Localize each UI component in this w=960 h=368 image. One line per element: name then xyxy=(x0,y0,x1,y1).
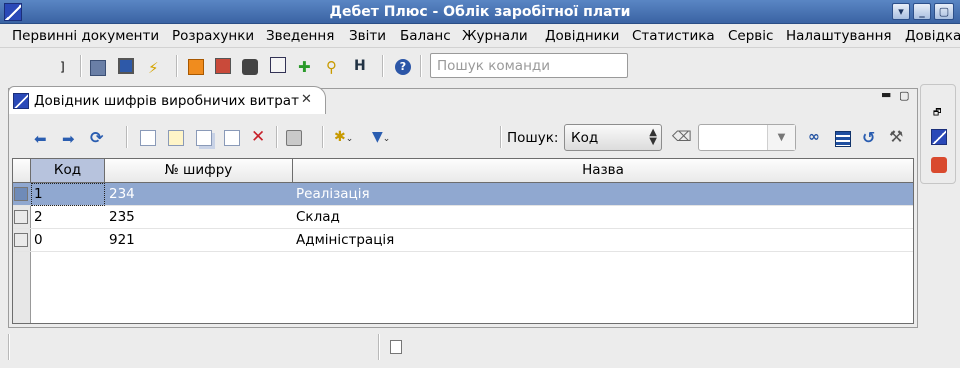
cell-number: 235 xyxy=(109,209,135,225)
refresh-icon[interactable]: ⟳ xyxy=(90,128,103,147)
directory-view-icon[interactable] xyxy=(931,129,947,145)
toolbar-doc-icon[interactable] xyxy=(90,60,106,76)
toolbar-separator xyxy=(276,126,278,148)
toolbar-lightning-icon[interactable]: ⚡ xyxy=(148,59,164,77)
toolbar-add-user-icon[interactable]: ✚ xyxy=(298,58,314,76)
menu-service[interactable]: Сервіс xyxy=(728,28,773,44)
cell-code: 2 xyxy=(34,209,43,225)
search-label: Пошук: xyxy=(507,130,559,146)
status-separator xyxy=(378,334,380,360)
tab-directory-production-codes[interactable]: Довідник шифрів виробничих витрат ✕ xyxy=(8,86,326,114)
search-field-select[interactable]: Код ▲ ▼ xyxy=(564,124,662,151)
menu-help[interactable]: Довідка xyxy=(905,28,960,44)
table-row[interactable]: 0 921 Адміністрація xyxy=(13,229,913,252)
right-dock: 🗗 xyxy=(920,84,956,184)
toolbar-separator xyxy=(80,55,82,77)
toolbar-separator xyxy=(382,55,384,77)
directory-icon xyxy=(13,93,29,109)
header-corner xyxy=(13,159,31,182)
row-header[interactable] xyxy=(14,187,28,201)
toolbar-card-icon[interactable] xyxy=(215,58,231,74)
data-table: Код № шифру Назва 1 234 Реалізація 2 235… xyxy=(12,158,914,324)
close-icon[interactable]: ✕ xyxy=(301,92,312,107)
window-title: Дебет Плюс - Облік заробітної плати xyxy=(329,4,631,20)
window-menu-button[interactable]: ▾ xyxy=(892,3,910,20)
magic-wand-icon[interactable]: ✱⌄ xyxy=(334,129,353,145)
minimize-button[interactable]: _ xyxy=(913,3,931,20)
cell-number: 234 xyxy=(109,186,135,202)
panel-minimize-icon[interactable]: ▬ xyxy=(881,88,891,101)
toolbar-orange-icon[interactable] xyxy=(188,59,204,75)
menu-primary-documents[interactable]: Первинні документи xyxy=(12,28,159,44)
delete-icon[interactable]: ✕ xyxy=(251,127,265,147)
toolbar-search-icon[interactable]: ⚲ xyxy=(326,58,342,76)
title-bar: Дебет Плюс - Облік заробітної плати ▾ _ … xyxy=(0,0,960,24)
menu-summary[interactable]: Зведення xyxy=(266,28,334,44)
toolbar-tools-icon[interactable]: H xyxy=(354,58,370,74)
cell-name: Реалізація xyxy=(296,186,370,202)
panel-maximize-icon[interactable]: ▢ xyxy=(899,89,909,102)
menu-settings[interactable]: Налаштування xyxy=(786,28,892,44)
menu-statistics[interactable]: Статистика xyxy=(632,28,715,44)
search-field-value: Код xyxy=(571,130,599,146)
list-view-icon[interactable] xyxy=(835,131,851,147)
toolbar-monitor-icon[interactable] xyxy=(118,58,134,74)
column-header-number[interactable]: № шифру xyxy=(105,159,293,182)
menu-journals[interactable]: Журнали xyxy=(462,28,528,44)
search-value-input[interactable]: ▼ xyxy=(698,124,796,151)
chevron-down-icon[interactable]: ▼ xyxy=(767,125,795,150)
copy-document-icon[interactable] xyxy=(196,130,212,146)
help-icon[interactable]: ? xyxy=(395,59,411,75)
users-view-icon[interactable] xyxy=(931,157,947,173)
toolbar-separator xyxy=(322,126,324,148)
view-document-icon[interactable] xyxy=(224,130,240,146)
table-row[interactable]: 2 235 Склад xyxy=(13,206,913,229)
table-header: Код № шифру Назва xyxy=(13,159,914,183)
tab-label: Довідник шифрів виробничих витрат xyxy=(34,93,299,109)
print-icon[interactable] xyxy=(286,130,302,146)
menu-bar: Первинні документи Розрахунки Зведення З… xyxy=(0,24,960,48)
arrow-left-icon[interactable]: ⬅ xyxy=(34,130,47,148)
toolbar-calendar-icon[interactable] xyxy=(270,57,286,73)
toolbar-grip-icon: ] xyxy=(60,60,65,74)
maximize-button[interactable]: ▢ xyxy=(934,3,954,20)
eraser-icon[interactable]: ⌫ xyxy=(672,129,692,145)
filter-icon[interactable]: ▼⌄ xyxy=(372,129,390,145)
undo-icon[interactable]: ↺ xyxy=(862,128,875,147)
column-header-code[interactable]: Код xyxy=(31,159,105,182)
toolbar-separator xyxy=(420,55,422,77)
status-separator xyxy=(8,334,10,360)
toolbar-separator xyxy=(500,126,502,148)
toolbar-camera-icon[interactable] xyxy=(242,59,258,75)
table-row[interactable]: 1 234 Реалізація xyxy=(13,183,913,206)
menu-reports[interactable]: Звіти xyxy=(349,28,386,44)
new-document-icon[interactable] xyxy=(140,130,156,146)
cell-number: 921 xyxy=(109,232,135,248)
toolbar-separator xyxy=(126,126,128,148)
binoculars-icon[interactable]: ∞ xyxy=(808,129,820,145)
column-header-name[interactable]: Назва xyxy=(293,159,914,182)
menu-calculations[interactable]: Розрахунки xyxy=(172,28,254,44)
restore-icon[interactable]: 🗗 xyxy=(933,105,941,121)
row-header[interactable] xyxy=(14,210,28,224)
focus-cell xyxy=(31,183,105,206)
arrow-right-icon[interactable]: ➡ xyxy=(62,130,75,148)
spin-arrows-icon: ▲ ▼ xyxy=(649,127,657,147)
status-bar xyxy=(0,330,960,368)
menu-balance[interactable]: Баланс xyxy=(400,28,451,44)
cell-name: Адміністрація xyxy=(296,232,395,248)
new-window-icon[interactable] xyxy=(390,340,402,354)
toolbar-separator xyxy=(176,55,178,77)
hammer-icon[interactable]: ⚒ xyxy=(889,127,903,146)
cell-code: 0 xyxy=(34,232,43,248)
cell-name: Склад xyxy=(296,209,340,225)
edit-document-icon[interactable] xyxy=(168,130,184,146)
row-header[interactable] xyxy=(14,233,28,247)
menu-directories[interactable]: Довідники xyxy=(545,28,619,44)
command-search-input[interactable]: Пошук команди xyxy=(430,53,628,78)
